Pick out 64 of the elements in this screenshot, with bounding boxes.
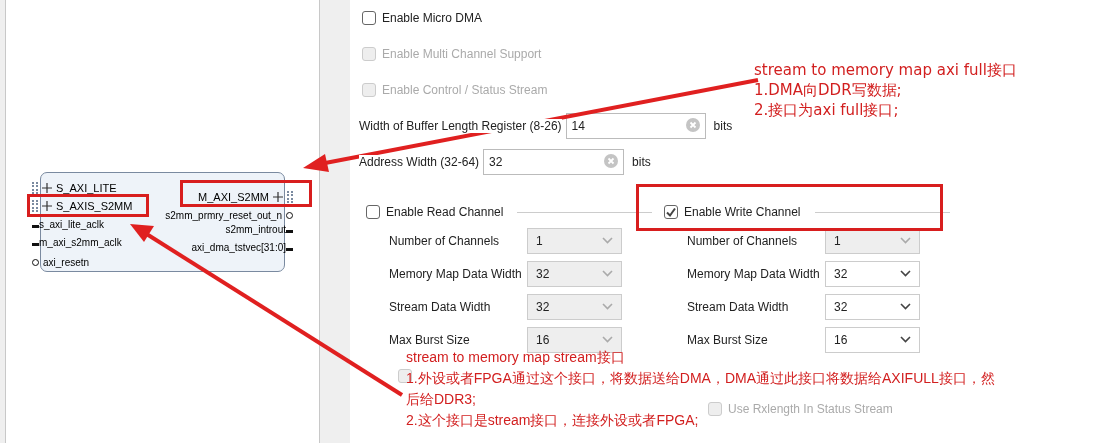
bus-port-icon <box>32 200 38 212</box>
chevron-down-icon <box>900 303 911 310</box>
field-label: Address Width (32-64) <box>359 155 480 169</box>
input-field[interactable]: 32 <box>483 149 625 175</box>
bus-port-icon <box>287 191 293 203</box>
unit-label: bits <box>632 155 651 169</box>
reset-pin-icon <box>286 211 293 219</box>
annotation-text: 2.这个接口是stream接口，连接外设或者FPGA; <box>406 411 699 430</box>
annotation-text: stream to memory map axi full接口 <box>754 60 1017 80</box>
pin-icon <box>32 225 39 228</box>
checkbox-label: Enable Multi Channel Support <box>382 47 542 61</box>
dropdown[interactable]: 32 <box>825 260 920 287</box>
input-field[interactable]: 14 <box>565 113 706 139</box>
dropdown[interactable]: 16 <box>825 326 920 353</box>
checkbox[interactable] <box>664 205 678 219</box>
field-label: Max Burst Size <box>389 332 471 347</box>
field-label: Stream Data Width <box>687 299 790 314</box>
port-label: s_axi_lite_aclk <box>39 219 105 230</box>
port-label: M_AXI_S2MM <box>198 191 269 203</box>
plus-icon[interactable] <box>273 192 283 202</box>
chevron-down-icon <box>602 270 613 277</box>
annotation-text: 1.DMA向DDR写数据; <box>754 80 903 100</box>
checkbox-label: Use Rxlength In Status Stream <box>728 401 893 416</box>
dropdown: 32 <box>527 260 622 287</box>
port-label: S_AXIS_S2MM <box>56 200 133 212</box>
port-label: axi_dma_tstvec[31:0] <box>191 242 286 253</box>
annotation-text: 后给DDR3; <box>406 390 476 409</box>
field-label: Number of Channels <box>687 233 799 248</box>
port-label: S_AXI_LITE <box>56 182 117 194</box>
plus-icon[interactable] <box>42 183 52 193</box>
checkbox-label: Enable Control / Status Stream <box>382 83 548 97</box>
checkbox-label: Enable Read Channel <box>386 205 504 219</box>
unit-label: bits <box>713 119 733 133</box>
annotation-text: 2.接口为axi full接口; <box>754 100 900 120</box>
checkbox[interactable] <box>362 11 376 25</box>
field-label: Width of Buffer Length Register (8-26) <box>359 119 562 133</box>
port-label: s2mm_introut <box>225 224 286 235</box>
plus-icon[interactable] <box>42 201 52 211</box>
chevron-down-icon <box>900 270 911 277</box>
dropdown: 1 <box>527 227 622 254</box>
port-label: s2mm_prmry_reset_out_n <box>165 209 282 221</box>
pin-icon <box>286 248 293 251</box>
pin-icon <box>32 243 39 246</box>
chevron-down-icon <box>602 237 613 244</box>
field-label: Number of Channels <box>389 233 501 248</box>
field-label: Stream Data Width <box>389 299 492 314</box>
annotation-text: 1.外设或者FPGA通过这个接口，将数据送给DMA，DMA通过此接口将数据给AXIFULL接口，然 <box>406 369 995 388</box>
chevron-down-icon <box>900 237 911 244</box>
field-label: Memory Map Data Width <box>687 266 821 281</box>
pin-icon <box>286 230 293 233</box>
dropdown: 32 <box>527 293 622 320</box>
chevron-down-icon <box>602 336 613 343</box>
chevron-down-icon <box>900 336 911 343</box>
field-label: Max Burst Size <box>687 332 769 347</box>
port-label: axi_resetn <box>43 257 90 268</box>
port-label: m_axi_s2mm_aclk <box>39 237 122 248</box>
reset-pin-icon <box>32 259 39 266</box>
checkbox[interactable] <box>366 205 380 219</box>
dropdown[interactable]: 32 <box>825 293 920 320</box>
chevron-down-icon <box>602 303 613 310</box>
checkbox-label: Enable Micro DMA <box>382 11 483 25</box>
bus-port-icon <box>32 182 38 194</box>
field-label: Memory Map Data Width <box>389 266 523 281</box>
checkbox-label: Enable Write Channel <box>684 205 801 219</box>
